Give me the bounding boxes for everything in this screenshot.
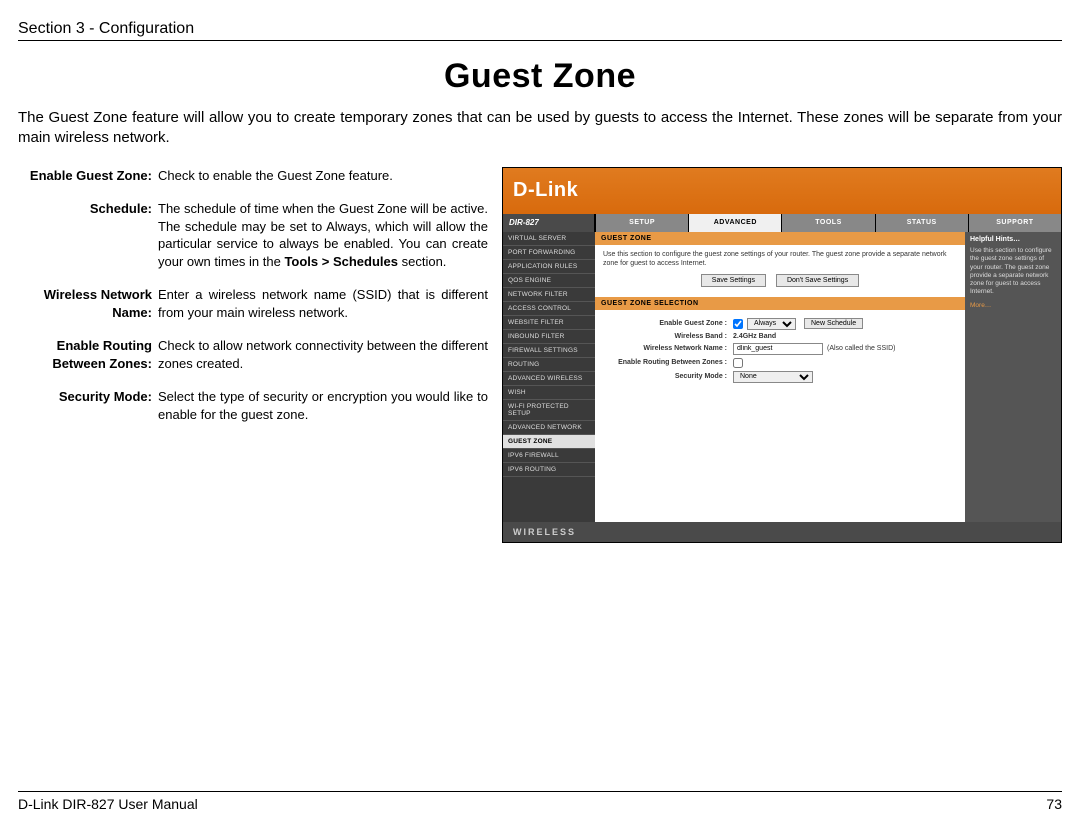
panel-guestzone-head: GUEST ZONE [595, 232, 965, 245]
panel-guestzone-desc: Use this section to configure the guest … [603, 250, 957, 268]
value-wireless-band: 2.4GHz Band [733, 333, 776, 340]
panel-selection-body: Enable Guest Zone : Always New Schedule … [595, 310, 965, 396]
select-schedule[interactable]: Always [747, 318, 796, 330]
def-term: Wireless Network Name: [18, 286, 158, 321]
def-term: Enable Routing Between Zones: [18, 337, 158, 372]
save-settings-button[interactable]: Save Settings [701, 274, 766, 287]
router-body: VIRTUAL SERVER PORT FORWARDING APPLICATI… [503, 232, 1061, 522]
dont-save-settings-button[interactable]: Don't Save Settings [776, 274, 859, 287]
helpful-hints-panel: Helpful Hints… Use this section to confi… [965, 232, 1061, 522]
footer-manual-name: D-Link DIR-827 User Manual [18, 796, 198, 812]
tab-support[interactable]: SUPPORT [968, 214, 1061, 232]
row-wireless-band: Wireless Band : 2.4GHz Band [603, 333, 957, 340]
sidebar-item-network-filter[interactable]: NETWORK FILTER [503, 288, 595, 302]
panel-selection-head: GUEST ZONE SELECTION [595, 297, 965, 310]
def-desc-post: section. [398, 254, 446, 269]
helpful-hints-title: Helpful Hints… [970, 236, 1056, 245]
row-enable-guest-zone: Enable Guest Zone : Always New Schedule [603, 318, 957, 330]
label-enable-guest-zone: Enable Guest Zone : [603, 320, 733, 327]
sidebar-item-access-control[interactable]: ACCESS CONTROL [503, 302, 595, 316]
sidebar-item-ipv6-firewall[interactable]: IPV6 FIREWALL [503, 449, 595, 463]
sidebar-item-advanced-network[interactable]: ADVANCED NETWORK [503, 421, 595, 435]
page-title: Guest Zone [18, 57, 1062, 96]
router-center: GUEST ZONE Use this section to configure… [595, 232, 965, 522]
sidebar-item-ipv6-routing[interactable]: IPV6 ROUTING [503, 463, 595, 477]
def-desc: Check to enable the Guest Zone feature. [158, 167, 488, 185]
header-rule [18, 40, 1062, 41]
def-wireless-name: Wireless Network Name: Enter a wireless … [18, 286, 488, 321]
def-desc-bold: Tools > Schedules [284, 254, 398, 269]
checkbox-enable-guest-zone[interactable] [733, 319, 743, 329]
section-label: Section 3 - Configuration [18, 20, 1062, 38]
label-wireless-band: Wireless Band : [603, 333, 733, 340]
label-security-mode: Security Mode : [603, 373, 733, 380]
def-term: Schedule: [18, 200, 158, 270]
definitions-column: Enable Guest Zone: Check to enable the G… [18, 167, 488, 543]
sidebar-item-inbound-filter[interactable]: INBOUND FILTER [503, 330, 595, 344]
router-footer: WIRELESS [503, 522, 1061, 542]
router-footer-wireless: WIRELESS [513, 527, 576, 537]
def-term: Security Mode: [18, 388, 158, 423]
router-brand: D-Link [513, 179, 578, 202]
sidebar-item-guest-zone[interactable]: GUEST ZONE [503, 435, 595, 449]
def-desc: Check to allow network connectivity betw… [158, 337, 488, 372]
sidebar-item-port-forwarding[interactable]: PORT FORWARDING [503, 246, 595, 260]
new-schedule-button[interactable]: New Schedule [804, 318, 863, 329]
sidebar-item-advanced-wireless[interactable]: ADVANCED WIRELESS [503, 372, 595, 386]
def-desc: Select the type of security or encryptio… [158, 388, 488, 423]
def-enable-guest-zone: Enable Guest Zone: Check to enable the G… [18, 167, 488, 185]
page-footer: D-Link DIR-827 User Manual 73 [18, 791, 1062, 812]
tab-status[interactable]: STATUS [875, 214, 968, 232]
sidebar-item-application-rules[interactable]: APPLICATION RULES [503, 260, 595, 274]
sidebar-item-website-filter[interactable]: WEBSITE FILTER [503, 316, 595, 330]
tab-advanced[interactable]: ADVANCED [688, 214, 781, 232]
def-schedule: Schedule: The schedule of time when the … [18, 200, 488, 270]
sidebar-item-virtual-server[interactable]: VIRTUAL SERVER [503, 232, 595, 246]
sidebar-item-wish[interactable]: WISH [503, 386, 595, 400]
router-main: GUEST ZONE Use this section to configure… [595, 232, 1061, 522]
helpful-hints-body: Use this section to configure the guest … [970, 247, 1056, 296]
tab-setup[interactable]: SETUP [595, 214, 688, 232]
checkbox-routing-between-zones[interactable] [733, 358, 743, 368]
content-row: Enable Guest Zone: Check to enable the G… [18, 167, 1062, 543]
tab-tools[interactable]: TOOLS [781, 214, 874, 232]
footer-page-number: 73 [1046, 796, 1062, 812]
label-routing-between-zones: Enable Routing Between Zones : [603, 359, 733, 367]
panel-buttons: Save Settings Don't Save Settings [603, 274, 957, 287]
label-wireless-name: Wireless Network Name : [603, 345, 733, 352]
router-brand-band: D-Link [503, 168, 1061, 214]
router-tabs: DIR-827 SETUP ADVANCED TOOLS STATUS SUPP… [503, 214, 1061, 232]
helpful-hints-more-link[interactable]: More… [970, 302, 1056, 310]
router-model: DIR-827 [503, 214, 595, 232]
def-term: Enable Guest Zone: [18, 167, 158, 185]
row-wireless-name: Wireless Network Name : (Also called the… [603, 343, 957, 355]
footer-rule [18, 791, 1062, 792]
panel-guestzone-body: Use this section to configure the guest … [595, 245, 965, 297]
def-desc: The schedule of time when the Guest Zone… [158, 200, 488, 270]
router-screenshot: D-Link DIR-827 SETUP ADVANCED TOOLS STAT… [502, 167, 1062, 543]
row-security-mode: Security Mode : None [603, 371, 957, 383]
sidebar-item-qos-engine[interactable]: QOS ENGINE [503, 274, 595, 288]
def-security: Security Mode: Select the type of securi… [18, 388, 488, 423]
def-desc: Enter a wireless network name (SSID) tha… [158, 286, 488, 321]
sidebar-item-routing[interactable]: ROUTING [503, 358, 595, 372]
def-routing: Enable Routing Between Zones: Check to a… [18, 337, 488, 372]
sidebar-item-wifi-protected-setup[interactable]: WI-FI PROTECTED SETUP [503, 400, 595, 421]
select-security-mode[interactable]: None [733, 371, 813, 383]
router-sidebar: VIRTUAL SERVER PORT FORWARDING APPLICATI… [503, 232, 595, 522]
sidebar-item-firewall-settings[interactable]: FIREWALL SETTINGS [503, 344, 595, 358]
intro-paragraph: The Guest Zone feature will allow you to… [18, 108, 1062, 149]
input-wireless-name[interactable] [733, 343, 823, 355]
row-routing-between-zones: Enable Routing Between Zones : [603, 358, 957, 368]
hint-ssid: (Also called the SSID) [827, 345, 895, 352]
